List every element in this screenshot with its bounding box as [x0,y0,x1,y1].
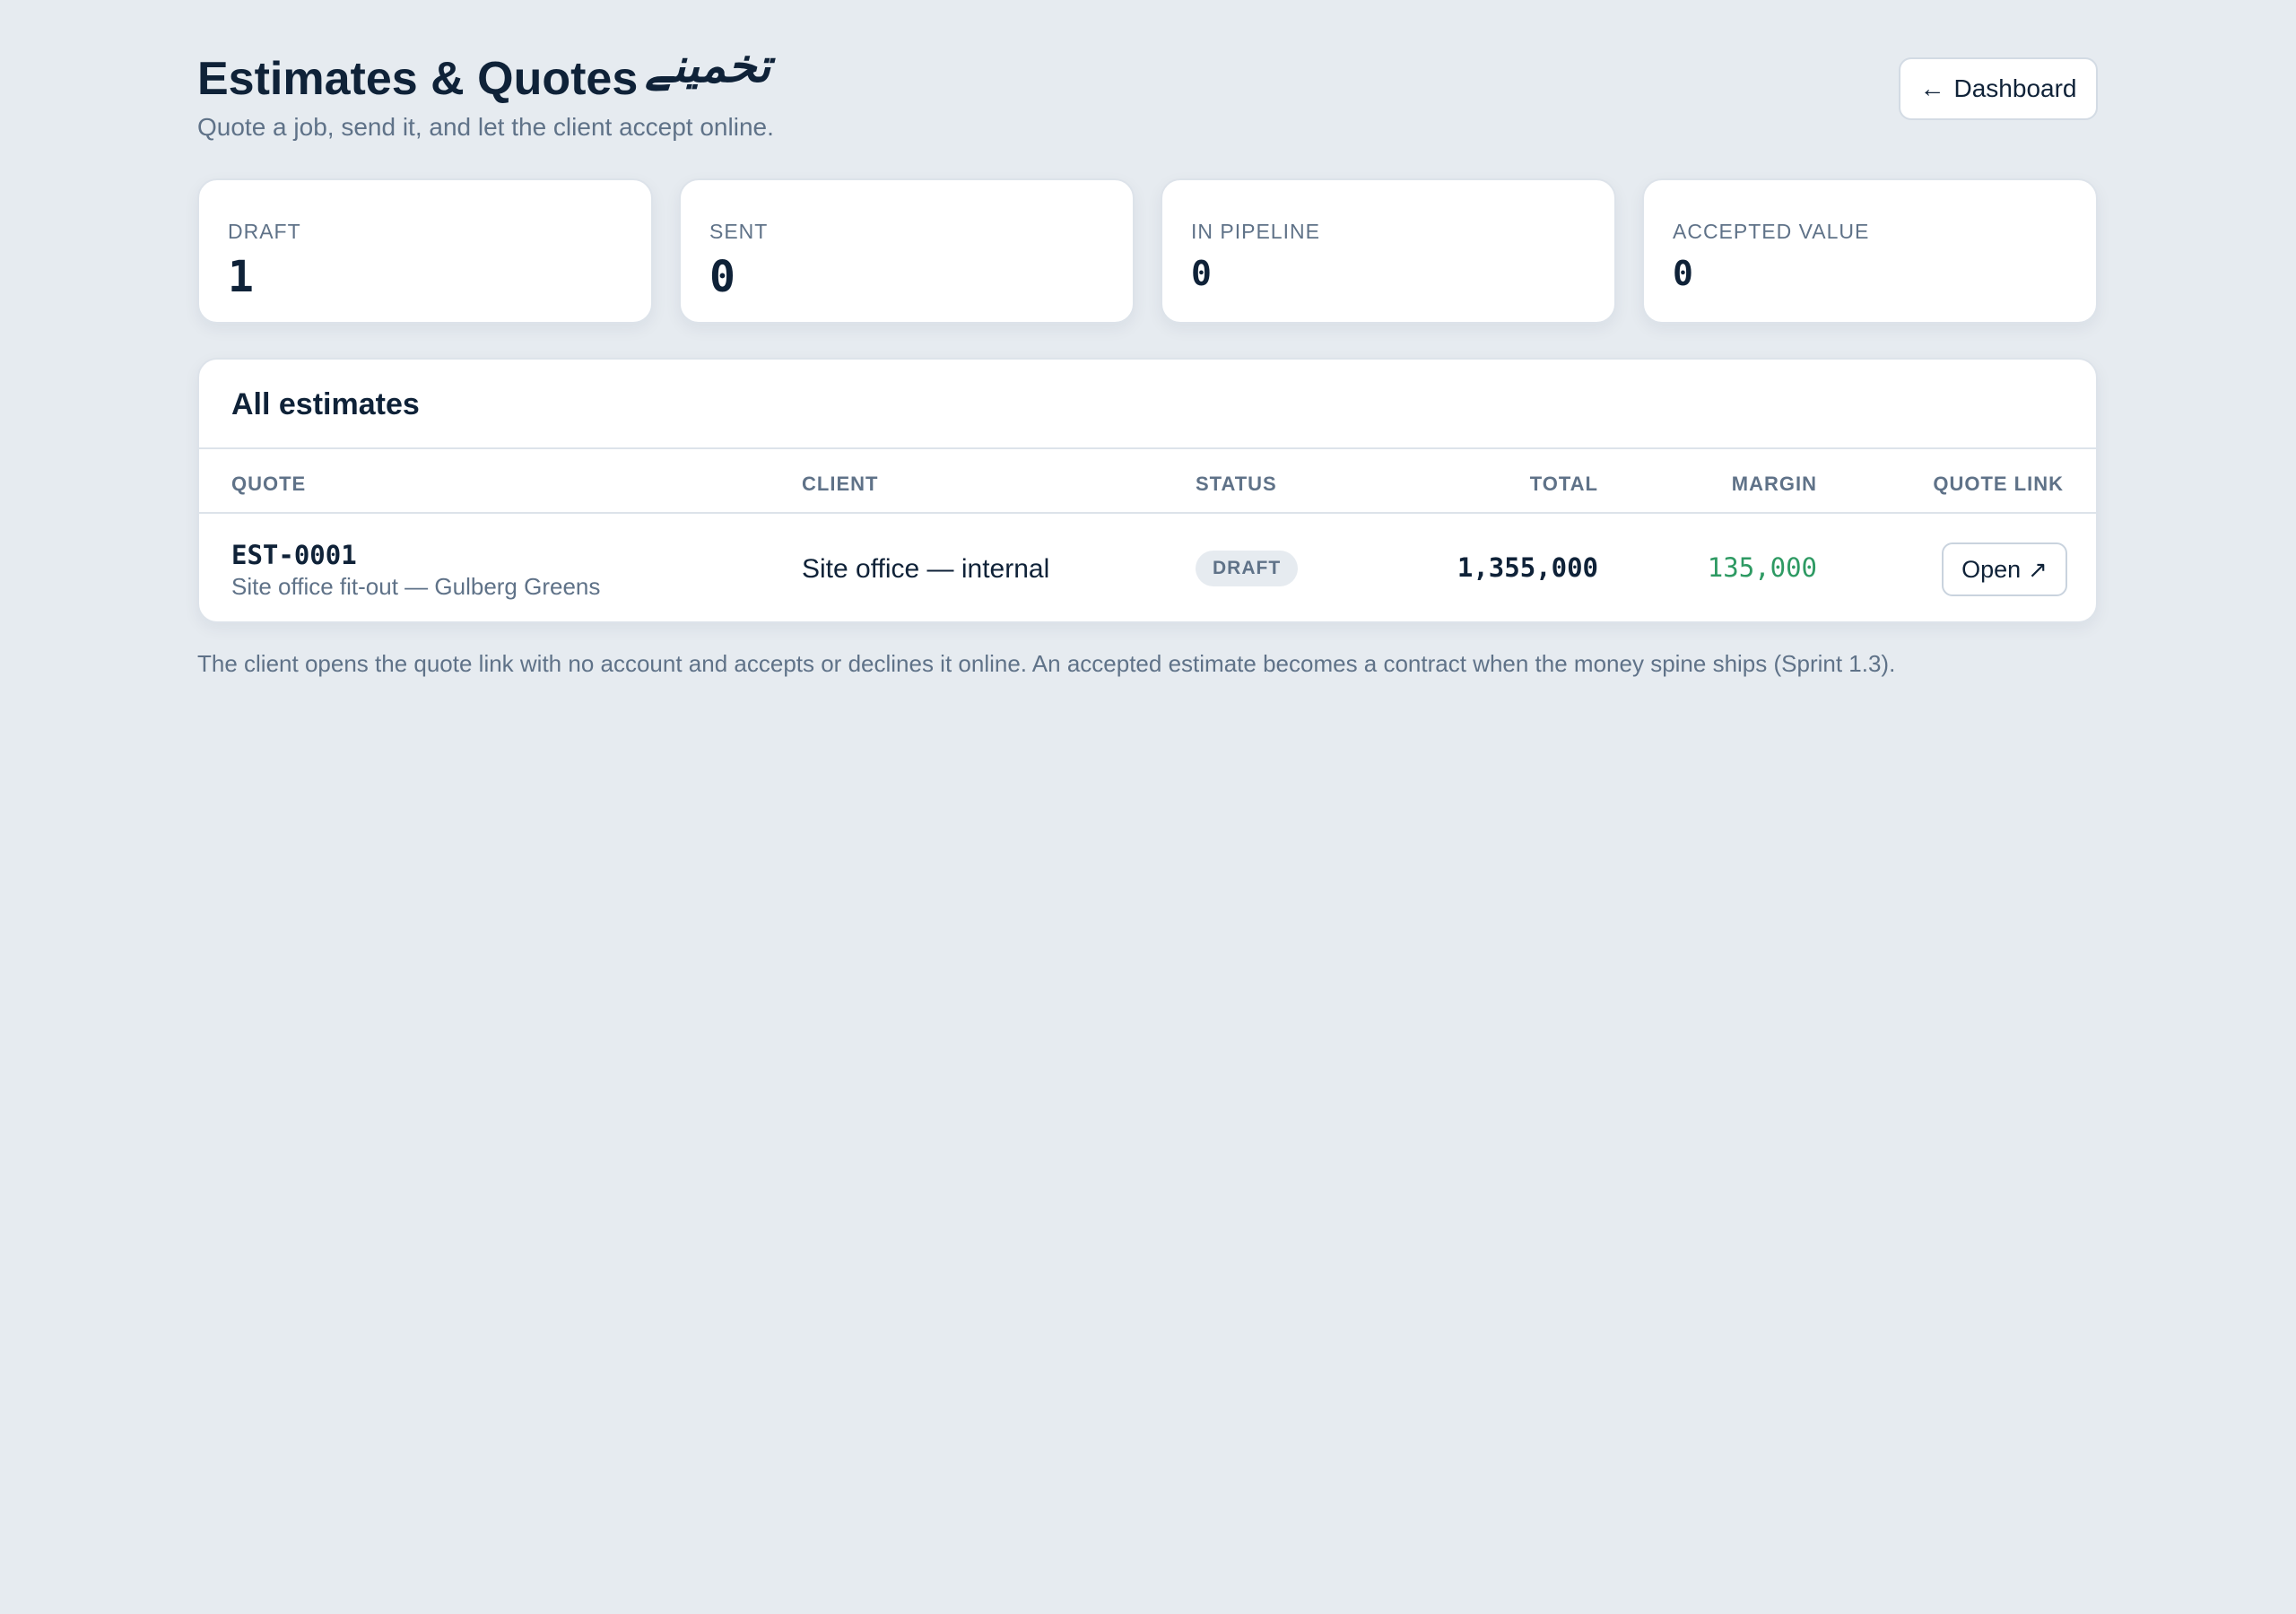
stat-value: 1 [228,252,254,302]
dashboard-button-label: Dashboard [1953,74,2077,102]
page-header: Estimates & Quotes تخمینے Quote a job, se… [197,0,2098,179]
quote-description: Site office fit-out — Gulberg Greens [231,573,601,600]
table-title: All estimates [231,387,420,421]
client-name: Site office — internal [802,554,1050,584]
column-header-status: STATUS [1196,473,1277,495]
margin-amount: 135,000 [1707,552,1817,583]
page-subtitle: Quote a job, send it, and let the client… [197,113,774,141]
open-quote-link-button[interactable]: Open ↗ [1942,542,2067,596]
column-header-client: CLIENT [802,473,879,495]
stat-label: ACCEPTED VALUE [1673,220,1870,243]
footnote: The client opens the quote link with no … [197,650,1896,677]
stats-row: DRAFT 1 SENT 0 IN PIPELINE 0 ACCEPTED VA… [197,178,2098,324]
column-header-margin: MARGIN [1731,473,1817,495]
quote-id[interactable]: EST-0001 [231,539,357,571]
page-title-urdu: تخمینے [645,39,771,93]
stat-label: DRAFT [228,220,301,243]
open-button-label: Open [1961,555,2022,583]
stat-label: IN PIPELINE [1191,220,1320,243]
stat-value: 0 [1673,254,1693,293]
total-amount: 1,355,000 [1457,552,1598,583]
stat-card-sent: SENT 0 [679,178,1135,324]
arrow-left-icon: ← [1919,74,1945,102]
column-header-quote-link: QUOTE LINK [1933,473,2064,495]
stat-card-accepted-value: ACCEPTED VALUE 0 [1642,178,2098,324]
divider [199,447,2096,449]
divider [199,512,2096,514]
page-title-text: Estimates & Quotes [197,53,639,105]
external-arrow-icon: ↗ [2028,556,2048,583]
column-header-total: TOTAL [1529,473,1598,495]
estimates-table-card: All estimates QUOTE CLIENT STATUS TOTAL … [197,358,2098,623]
status-badge: DRAFT [1196,551,1299,586]
stat-label: SENT [709,220,769,243]
dashboard-button[interactable]: ← Dashboard [1899,57,2098,120]
page-title: Estimates & Quotes تخمینے [197,39,770,111]
column-header-quote: QUOTE [231,473,307,495]
stat-card-draft: DRAFT 1 [197,178,653,324]
stat-value: 0 [709,252,735,302]
stat-value: 0 [1191,254,1212,293]
estimates-page: Estimates & Quotes تخمینے Quote a job, se… [197,0,2098,677]
stat-card-in-pipeline: IN PIPELINE 0 [1161,178,1616,324]
